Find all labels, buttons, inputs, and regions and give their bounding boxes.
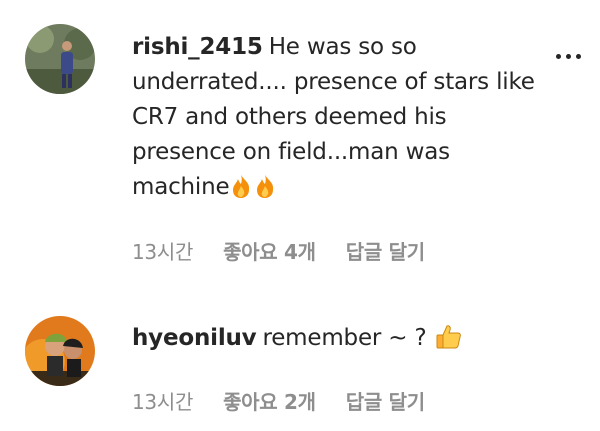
- thumbs-up-emoji-icon: [434, 322, 462, 361]
- comment-username[interactable]: rishi_2415: [132, 34, 263, 60]
- comment-username[interactable]: hyeoniluv: [132, 325, 257, 351]
- avatar[interactable]: [25, 24, 95, 94]
- avatar-image: [25, 316, 95, 386]
- comment-text: remember ~ ?: [262, 325, 427, 351]
- comment-body: rishi_2415 He was so so underrated.... pr…: [132, 30, 552, 210]
- likes-count[interactable]: 좋아요 2개: [223, 386, 316, 415]
- fire-emoji-icon: [229, 173, 277, 210]
- comment-time[interactable]: 13시간: [132, 236, 193, 265]
- likes-count[interactable]: 좋아요 4개: [223, 236, 316, 265]
- avatar-image: [25, 24, 95, 94]
- comment-time[interactable]: 13시간: [132, 386, 193, 415]
- more-options-icon[interactable]: [556, 54, 581, 59]
- comment-body: hyeoniluv remember ~ ?: [132, 321, 552, 361]
- avatar[interactable]: [25, 316, 95, 386]
- reply-button[interactable]: 답글 달기: [346, 386, 425, 415]
- comment-meta: 13시간 좋아요 4개 답글 달기: [132, 236, 425, 265]
- reply-button[interactable]: 답글 달기: [346, 236, 425, 265]
- comment-meta: 13시간 좋아요 2개 답글 달기: [132, 386, 425, 415]
